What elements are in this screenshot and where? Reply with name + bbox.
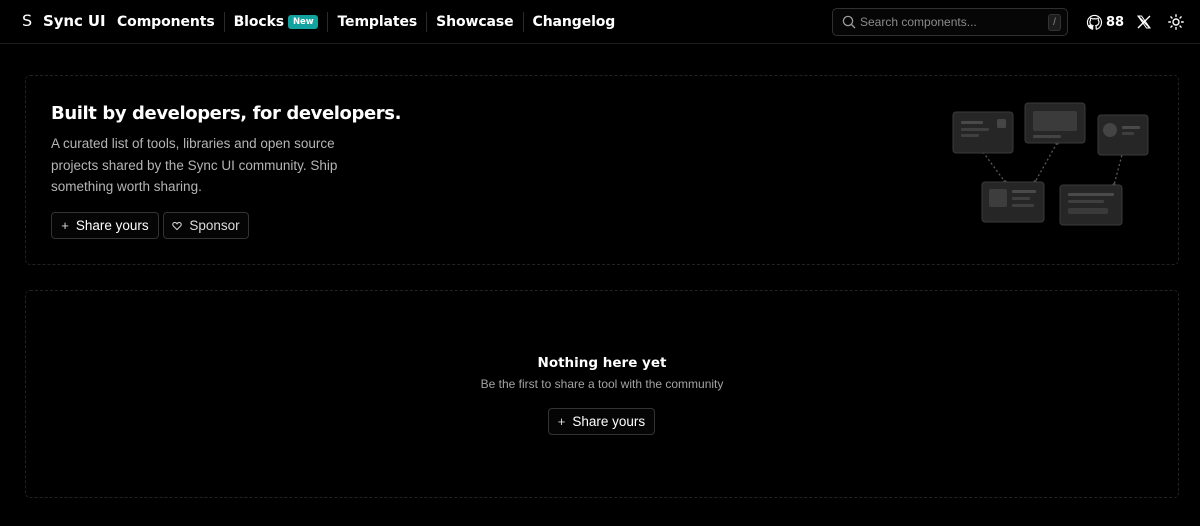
plus-icon: + xyxy=(557,414,566,429)
search-box[interactable]: / xyxy=(832,8,1068,36)
hero-description: A curated list of tools, libraries and o… xyxy=(51,136,338,194)
x-icon xyxy=(1137,15,1152,29)
search-input[interactable] xyxy=(860,15,1048,29)
nav-showcase[interactable]: Showcase xyxy=(427,12,522,32)
nav-showcase-label: Showcase xyxy=(436,14,514,30)
empty-state-title: Nothing here yet xyxy=(537,355,667,371)
heart-icon xyxy=(172,221,183,230)
empty-share-yours-button[interactable]: + Share yours xyxy=(548,408,655,435)
sun-icon xyxy=(1168,14,1184,30)
theme-toggle[interactable] xyxy=(1168,14,1184,30)
empty-state-card: Nothing here yet Be the first to share a… xyxy=(25,290,1179,498)
nav-changelog[interactable]: Changelog xyxy=(524,12,625,32)
empty-state-subtitle: Be the first to share a tool with the co… xyxy=(480,377,724,391)
network-illustration xyxy=(952,102,1149,226)
search-icon xyxy=(842,15,856,29)
github-stars-count: 88 xyxy=(1106,14,1125,30)
nav-templates[interactable]: Templates xyxy=(328,12,426,32)
logo-mark: S xyxy=(22,11,33,30)
plus-icon: + xyxy=(61,218,69,233)
github-link[interactable]: 88 xyxy=(1086,14,1124,31)
hero-card: Built by developers, for developers. A c… xyxy=(25,75,1179,265)
x-link[interactable] xyxy=(1137,15,1152,29)
header-tools: 88 xyxy=(1086,0,1184,44)
nav-templates-label: Templates xyxy=(337,14,418,30)
nav-blocks[interactable]: Blocks New xyxy=(225,12,328,32)
share-yours-label: Share yours xyxy=(75,218,149,233)
nav-blocks-label: Blocks xyxy=(233,14,285,30)
main-nav: Components Blocks New Templates Showcase… xyxy=(108,0,624,44)
nav-components-label: Components xyxy=(117,14,215,30)
new-badge: New xyxy=(288,15,319,29)
top-navbar: S Sync UI Components Blocks New Template… xyxy=(0,0,1200,44)
empty-share-yours-label: Share yours xyxy=(572,414,646,429)
logo-text: Sync UI xyxy=(43,11,106,30)
sponsor-button[interactable]: Sponsor xyxy=(163,212,249,239)
share-yours-button[interactable]: + Share yours xyxy=(51,212,159,239)
hero-title: Built by developers, for developers. xyxy=(51,103,402,124)
nav-changelog-label: Changelog xyxy=(532,14,616,30)
sponsor-label: Sponsor xyxy=(189,218,240,233)
github-icon xyxy=(1086,14,1103,30)
search-shortcut-key: / xyxy=(1048,13,1061,31)
logo-link[interactable]: S Sync UI xyxy=(22,11,106,30)
nav-components[interactable]: Components xyxy=(108,12,224,32)
